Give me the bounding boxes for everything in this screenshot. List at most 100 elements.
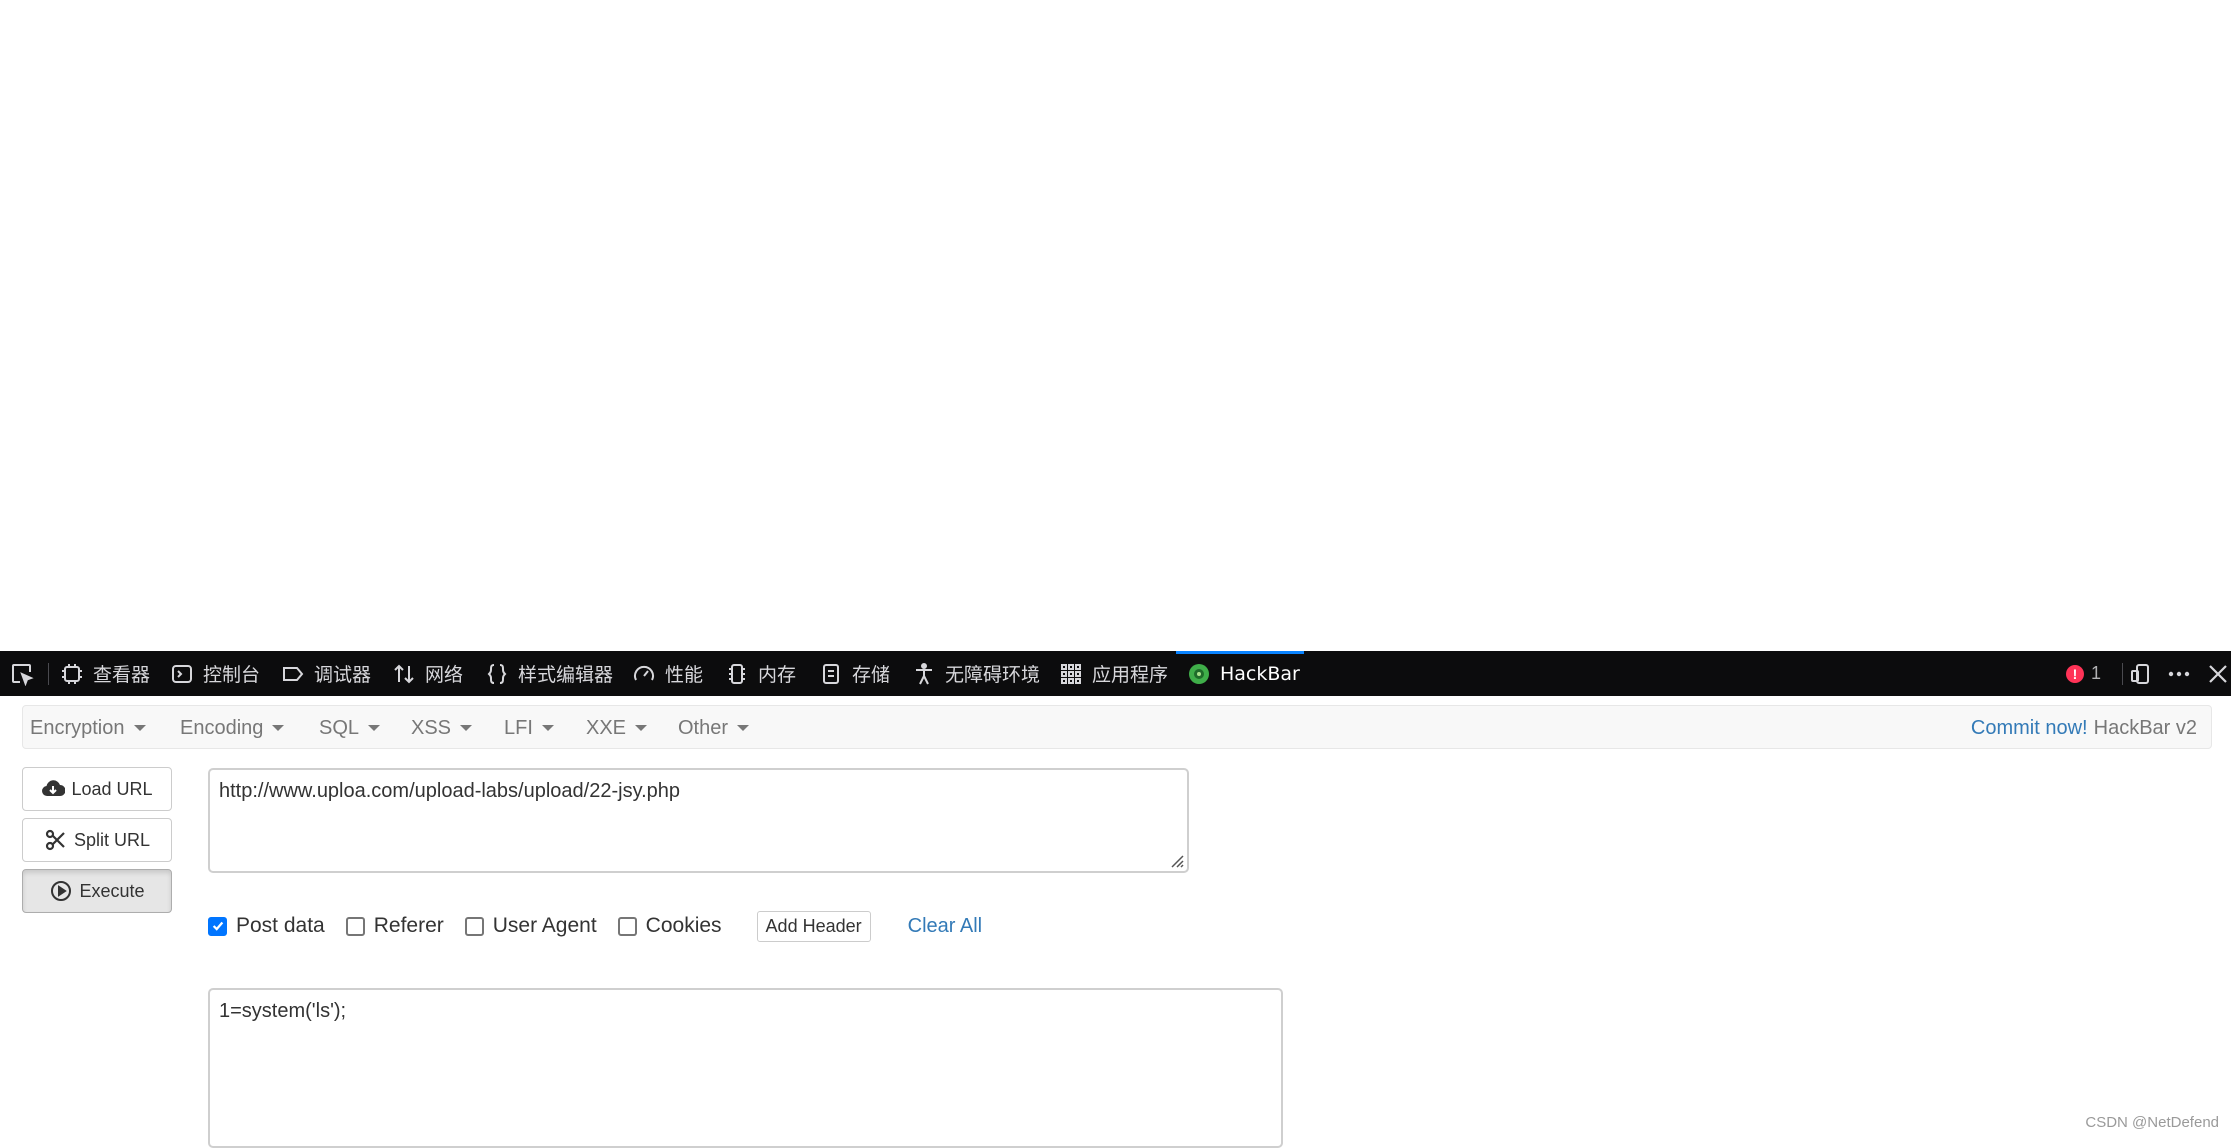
split-url-label: Split URL (73, 829, 151, 850)
tab-storage[interactable]: 存储 (819, 651, 890, 696)
execute-button[interactable]: Execute (22, 869, 172, 913)
hackbar-panel: Encryption Encoding SQL XSS LFI XXE Othe… (0, 696, 2231, 1148)
more-options-button[interactable] (2167, 651, 2191, 696)
inspector-icon (62, 663, 82, 684)
tab-style-editor[interactable]: 样式编辑器 (485, 651, 613, 696)
hackbar-version: HackBar v2 (2093, 716, 2197, 739)
tab-label: 存储 (852, 664, 891, 686)
caret-down-icon (460, 725, 473, 731)
error-count: 1 (2091, 663, 2102, 683)
close-devtools-button[interactable] (2206, 651, 2230, 696)
page-content-area (0, 0, 2231, 651)
close-icon (2209, 664, 2227, 683)
tab-console[interactable]: 控制台 (170, 651, 260, 696)
accessibility-icon (916, 662, 932, 684)
menu-label: XSS (411, 716, 452, 739)
tab-label: HackBar (1220, 662, 1300, 685)
checkmark-icon (212, 921, 223, 931)
menu-encoding[interactable]: Encoding (180, 706, 285, 750)
menu-label: Encoding (180, 716, 264, 739)
split-url-button[interactable]: Split URL (22, 818, 172, 862)
menu-sql[interactable]: SQL (319, 706, 381, 750)
commit-now-link[interactable]: Commit now! (1971, 717, 2088, 740)
cookies-label: Cookies (645, 914, 722, 937)
hackbar-version-area: Commit now! HackBar v2 (1971, 706, 2197, 750)
add-header-button[interactable]: Add Header (756, 910, 871, 942)
caret-down-icon (737, 725, 750, 731)
user-agent-checkbox[interactable] (464, 916, 484, 936)
toolbar-separator (48, 663, 49, 685)
devtools-toolbar: 查看器 控制台 调试器 网络 样式编辑器 性能 内存 存储 无障碍环境 应用程序… (0, 651, 2231, 696)
cookies-checkbox[interactable] (617, 916, 637, 936)
cloud-download-icon (42, 780, 66, 796)
tab-accessibility[interactable]: 无障碍环境 (912, 651, 1040, 696)
network-icon (394, 664, 414, 683)
load-url-label: Load URL (71, 778, 153, 799)
responsive-design-button[interactable] (2128, 651, 2152, 696)
menu-xss[interactable]: XSS (411, 706, 473, 750)
cookies-option[interactable]: Cookies (617, 914, 722, 938)
hackbar-options-row: Post data Referer User Agent Cookies Add… (208, 910, 982, 942)
referer-label: Referer (373, 914, 444, 937)
tab-label: 调试器 (314, 664, 372, 686)
memory-icon (729, 663, 745, 684)
play-circle-icon (51, 881, 72, 901)
menu-label: XXE (586, 716, 627, 739)
menu-encryption[interactable]: Encryption (30, 706, 146, 750)
post-data-checkbox[interactable] (208, 916, 227, 936)
tab-label: 控制台 (203, 664, 261, 686)
caret-down-icon (133, 725, 146, 731)
tab-inspector[interactable]: 查看器 (60, 651, 150, 696)
execute-label: Execute (79, 880, 145, 901)
responsive-design-icon (2131, 663, 2149, 684)
tab-label: 内存 (758, 664, 797, 686)
menu-other[interactable]: Other (678, 706, 750, 750)
error-count-badge[interactable]: ! 1 (2066, 651, 2101, 696)
user-agent-option[interactable]: User Agent (464, 914, 597, 938)
tab-memory[interactable]: 内存 (725, 651, 796, 696)
tab-label: 查看器 (93, 664, 151, 686)
caret-down-icon (635, 725, 648, 731)
caret-down-icon (541, 725, 554, 731)
tab-hackbar[interactable]: HackBar (1187, 651, 1300, 696)
tab-label: 网络 (425, 664, 464, 686)
menu-label: Other (678, 716, 729, 739)
watermark: CSDN @NetDefend (2085, 1114, 2219, 1131)
url-value: http://www.uploa.com/upload-labs/upload/… (219, 780, 681, 802)
load-url-button[interactable]: Load URL (22, 767, 172, 811)
hackbar-icon (1189, 663, 1209, 684)
performance-icon (634, 665, 654, 680)
caret-down-icon (368, 725, 381, 731)
clear-all-link[interactable]: Clear All (908, 915, 982, 938)
tab-network[interactable]: 网络 (392, 651, 463, 696)
tab-label: 样式编辑器 (518, 664, 614, 686)
post-data-option[interactable]: Post data (208, 914, 325, 938)
tab-application[interactable]: 应用程序 (1059, 651, 1168, 696)
caret-down-icon (272, 725, 285, 731)
tab-debugger[interactable]: 调试器 (281, 651, 371, 696)
tab-label: 无障碍环境 (945, 664, 1041, 686)
scissors-icon (45, 829, 65, 851)
menu-label: Encryption (30, 716, 125, 739)
pick-element-icon (12, 663, 34, 686)
element-picker-button[interactable] (10, 651, 43, 696)
url-textarea[interactable]: http://www.uploa.com/upload-labs/upload/… (208, 768, 1189, 873)
menu-lfi[interactable]: LFI (504, 706, 554, 750)
referer-checkbox[interactable] (345, 916, 365, 936)
tab-performance[interactable]: 性能 (632, 651, 703, 696)
post-data-label: Post data (236, 914, 325, 937)
error-icon: ! (2066, 664, 2084, 683)
tab-label: 性能 (665, 664, 704, 686)
hackbar-menubar: Encryption Encoding SQL XSS LFI XXE Othe… (22, 705, 2212, 749)
post-data-textarea[interactable]: 1=system('ls'); (208, 988, 1283, 1148)
user-agent-label: User Agent (492, 914, 597, 937)
referer-option[interactable]: Referer (345, 914, 444, 938)
menu-label: LFI (504, 716, 533, 739)
resize-grip-icon[interactable] (1168, 852, 1184, 868)
tab-label: 应用程序 (1092, 664, 1169, 686)
menu-xxe[interactable]: XXE (586, 706, 648, 750)
style-editor-icon (487, 663, 507, 684)
toolbar-separator (2122, 663, 2123, 685)
application-icon (1061, 663, 1081, 684)
debugger-icon (283, 666, 304, 681)
